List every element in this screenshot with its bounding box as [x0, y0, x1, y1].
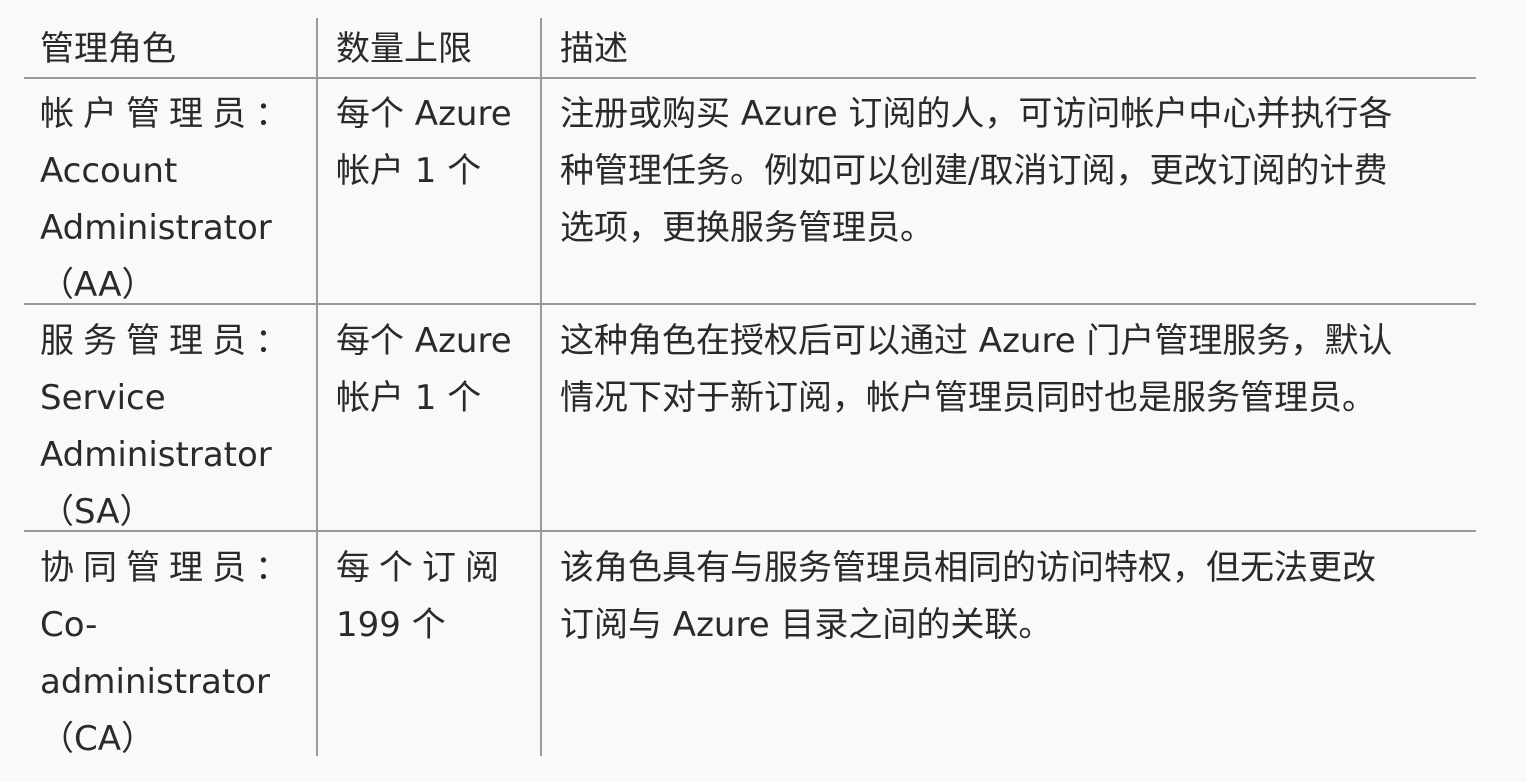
header-row-divider: [24, 77, 1476, 79]
role-name: 服务管理员：: [40, 321, 298, 361]
role-abbreviation: （SA）: [40, 492, 154, 532]
header-limit: 数量上限: [336, 29, 472, 69]
roles-table: 管理角色 数量上限 描述 帐户管理员： Account Administrato…: [24, 18, 1476, 759]
description-text: 情况下对于新订阅，帐户管理员同时也是服务管理员。: [560, 378, 1376, 418]
table-row-2-role: 服务管理员： Service Administrator （SA）: [40, 313, 298, 541]
description-text: 订阅与 Azure 目录之间的关联。: [560, 605, 1053, 645]
table-row-2-description: 这种角色在授权后可以通过 Azure 门户管理服务，默认 情况下对于新订阅，帐户…: [560, 313, 1392, 427]
description-text: 这种角色在授权后可以通过 Azure 门户管理服务，默认: [560, 321, 1393, 361]
role-english-name: Administrator: [40, 208, 272, 248]
column-divider-1: [316, 18, 318, 756]
role-name: 协同管理员：: [40, 548, 298, 588]
description-text: 该角色具有与服务管理员相同的访问特权，但无法更改: [560, 548, 1376, 588]
limit-text: 帐户 1 个: [336, 378, 482, 418]
limit-text: 每个 Azure: [336, 321, 512, 361]
table-row-3-role: 协同管理员： Co- administrator （CA）: [40, 540, 298, 768]
role-name: 帐户管理员：: [40, 94, 298, 134]
table-row-1-role: 帐户管理员： Account Administrator （AA）: [40, 86, 298, 314]
limit-text: 199 个: [336, 605, 446, 645]
role-english-name: Administrator: [40, 435, 272, 475]
role-english-name: administrator: [40, 662, 270, 702]
description-text: 选项，更换服务管理员。: [560, 208, 934, 248]
table-row-3-limit: 每个订阅 199 个: [336, 540, 508, 654]
description-text: 种管理任务。例如可以创建/取消订阅，更改订阅的计费: [560, 151, 1388, 191]
role-english-name: Service: [40, 378, 166, 418]
role-english-name: Co-: [40, 605, 98, 645]
table-row-1-limit: 每个 Azure 帐户 1 个: [336, 86, 512, 200]
table-row-1-description: 注册或购买 Azure 订阅的人，可访问帐户中心并执行各 种管理任务。例如可以创…: [560, 86, 1392, 257]
limit-text: 帐户 1 个: [336, 151, 482, 191]
header-role: 管理角色: [40, 29, 176, 69]
role-abbreviation: （AA）: [40, 265, 156, 305]
table-row-2-limit: 每个 Azure 帐户 1 个: [336, 313, 512, 427]
limit-text: 每个 Azure: [336, 94, 512, 134]
description-text: 注册或购买 Azure 订阅的人，可访问帐户中心并执行各: [560, 94, 1393, 134]
limit-text: 每个订阅: [336, 548, 508, 588]
role-english-name: Account: [40, 151, 178, 191]
table-row-3-description: 该角色具有与服务管理员相同的访问特权，但无法更改 订阅与 Azure 目录之间的…: [560, 540, 1376, 654]
header-description: 描述: [560, 29, 628, 69]
role-abbreviation: （CA）: [40, 719, 155, 759]
column-divider-2: [540, 18, 542, 756]
